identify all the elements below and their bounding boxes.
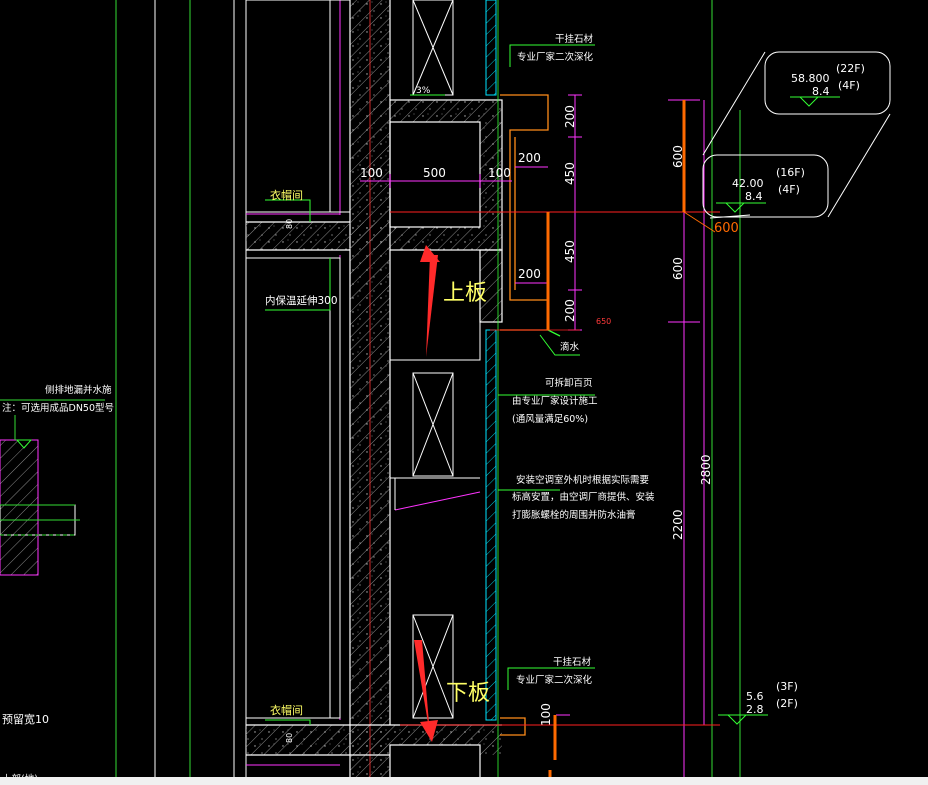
level-low-value: 5.6	[746, 690, 764, 703]
note-ac-1: 安装空调室外机时根据实际需要	[516, 474, 649, 486]
note-drip: 滴水	[560, 341, 580, 353]
level-mid-value: 42.00	[732, 177, 764, 190]
level-mid-floor-a: (16F)	[776, 166, 805, 179]
status-strip	[0, 777, 928, 785]
level-mid-floor-b: (4F)	[778, 183, 800, 196]
interior-walls	[245, 0, 351, 719]
note-ac-2: 标高安置，由空调厂商提供、安装	[512, 491, 655, 503]
note-stone-top-2: 专业厂家二次深化	[517, 51, 594, 63]
level-top-sub: 8.4	[812, 85, 830, 98]
level-mid-sub: 8.4	[745, 190, 763, 203]
upper-slab-annotation: 上板	[443, 281, 487, 306]
dim-600-a: 600	[671, 145, 685, 168]
note-left-2: 注：可选用成品DN50型号	[2, 402, 114, 414]
note-louver-2: 由专业厂家设计施工	[512, 395, 598, 407]
level-top-floor-b: (4F)	[838, 79, 860, 92]
dim-200-upper: 200	[518, 151, 541, 165]
slope-label: 3%	[416, 86, 431, 96]
dim-450-a: 450	[563, 162, 577, 185]
note-stone-top-1: 干挂石材	[555, 33, 594, 45]
dim-2200: 2200	[671, 509, 685, 540]
dim-100-left: 100	[360, 166, 383, 180]
closet-label-bottom: 衣帽间	[270, 703, 303, 717]
dim-200-c: 200	[563, 299, 577, 322]
level-low-floor-b: (2F)	[776, 697, 798, 710]
dim-100-right: 100	[488, 166, 511, 180]
slab-thickness-bottom: 80	[285, 733, 294, 743]
dim-450-b: 450	[563, 240, 577, 263]
dim-2800: 2800	[699, 454, 713, 485]
slab-arrows	[414, 245, 440, 742]
window-boxes	[390, 372, 481, 719]
concrete-wall	[339, 0, 391, 785]
slab-thickness-top: 80	[285, 219, 294, 229]
dim-100-bottom: 100	[539, 703, 553, 726]
note-stone-bottom-1: 干挂石材	[553, 656, 592, 668]
insulation-label: 内保温延伸300	[265, 294, 338, 307]
note-ac-3: 打膨胀螺栓的周围并防水油膏	[512, 509, 636, 521]
cad-drawing-canvas: 衣帽间 衣帽间 内保温延伸300 80 80 100 500 100 200 2…	[0, 0, 891, 785]
note-louver-3: (通风量满足60%)	[512, 414, 588, 425]
lower-slab-annotation: 下板	[446, 681, 490, 706]
dim-200-lower: 200	[518, 267, 541, 281]
left-detail	[0, 399, 105, 576]
closet-label-top: 衣帽间	[270, 188, 303, 202]
note-stone-bottom-2: 专业厂家二次深化	[516, 674, 593, 686]
dim-650-red: 650	[596, 317, 611, 326]
dim-200-a: 200	[563, 105, 577, 128]
dim-600-red: 600	[714, 221, 739, 236]
note-left-3: 预留宽10	[2, 712, 49, 726]
level-top-value: 58.800	[791, 72, 830, 85]
dim-600-b: 600	[671, 257, 685, 280]
level-top-floor-a: (22F)	[836, 62, 865, 75]
note-left-1: 侧排地漏并水施	[45, 384, 112, 396]
level-low-floor-a: (3F)	[776, 680, 798, 693]
dim-500: 500	[423, 166, 446, 180]
level-low-sub: 2.8	[746, 703, 764, 716]
note-louver-1: 可拆卸百页	[545, 377, 593, 389]
